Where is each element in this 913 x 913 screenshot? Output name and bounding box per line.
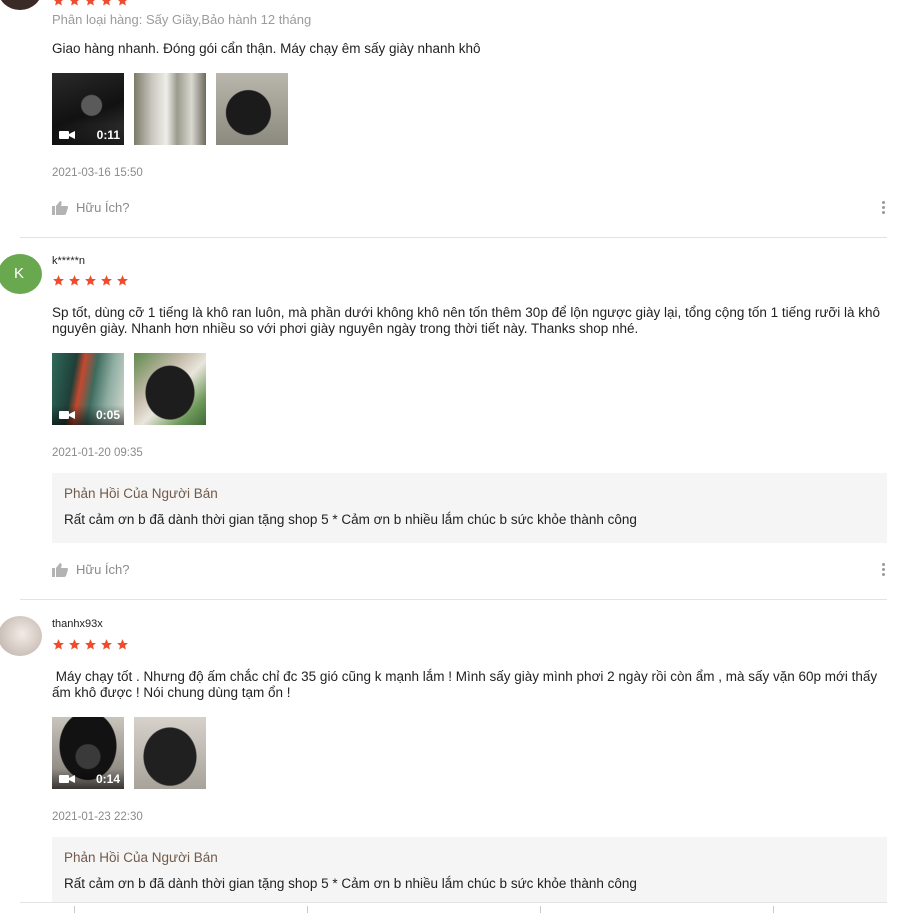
review-media: 0:11 (52, 73, 288, 145)
review-comment: Giao hàng nhanh. Đóng gói cẩn thận. Máy … (52, 41, 481, 56)
reviewer-username[interactable]: k*****n (52, 255, 85, 267)
helpful-button[interactable]: Hữu Ích? (52, 562, 130, 577)
seller-reply-text: Rất cảm ơn b đã dành thời gian tặng shop… (64, 876, 637, 891)
reviewer-avatar[interactable] (0, 616, 42, 656)
column-separator (540, 906, 541, 913)
video-camera-icon (59, 775, 75, 783)
star-icon (84, 274, 97, 287)
video-duration: 0:14 (95, 772, 120, 786)
more-options-icon[interactable] (881, 563, 887, 581)
bottom-divider (20, 902, 887, 903)
seller-reply-title: Phản Hồi Của Người Bán (64, 486, 218, 501)
review-comment: Máy chạy tốt . Nhưng độ ấm chắc chỉ đc 3… (52, 669, 881, 700)
divider (20, 237, 887, 238)
helpful-label: Hữu Ích? (76, 562, 130, 577)
thumbs-up-icon (52, 200, 68, 215)
column-separator (773, 906, 774, 913)
helpful-label: Hữu Ích? (76, 200, 130, 215)
review-media: 0:14 (52, 717, 206, 789)
review-media: 0:05 (52, 353, 206, 425)
star-icon (84, 0, 97, 7)
review-image[interactable] (134, 353, 206, 425)
star-icon (100, 638, 113, 651)
star-icon (84, 638, 97, 651)
reviewer-avatar[interactable] (0, 0, 42, 10)
review-date: 2021-01-23 22:30 (52, 811, 143, 823)
star-icon (116, 0, 129, 7)
rating-stars (52, 0, 129, 8)
video-thumbnail[interactable]: 0:14 (52, 717, 124, 789)
star-icon (52, 0, 65, 7)
column-separator (74, 906, 75, 913)
star-icon (68, 0, 81, 7)
rating-stars (52, 274, 129, 288)
review-image[interactable] (134, 73, 206, 145)
star-icon (52, 638, 65, 651)
seller-reply-text: Rất cảm ơn b đã dành thời gian tặng shop… (64, 512, 637, 527)
video-duration: 0:11 (96, 128, 120, 142)
star-icon (100, 0, 113, 7)
review-image[interactable] (216, 73, 288, 145)
more-options-icon[interactable] (881, 201, 887, 219)
column-separator (307, 906, 308, 913)
reviewer-username[interactable]: thanhx93x (52, 618, 103, 630)
star-icon (68, 274, 81, 287)
star-icon (116, 638, 129, 651)
video-camera-icon (59, 131, 75, 139)
star-icon (52, 274, 65, 287)
reviewer-avatar[interactable]: K (0, 254, 42, 294)
thumbs-up-icon (52, 562, 68, 577)
video-duration: 0:05 (95, 408, 120, 422)
rating-stars (52, 638, 129, 652)
star-icon (116, 274, 129, 287)
product-variant: Phân loại hàng: Sấy Giầy,Bảo hành 12 thá… (52, 12, 312, 27)
seller-reply-title: Phản Hồi Của Người Bán (64, 850, 218, 865)
video-camera-icon (59, 411, 75, 419)
review-comment: Sp tốt, dùng cỡ 1 tiếng là khô ran luôn,… (52, 305, 881, 336)
review-image[interactable] (134, 717, 206, 789)
helpful-button[interactable]: Hữu Ích? (52, 200, 130, 215)
video-thumbnail[interactable]: 0:05 (52, 353, 124, 425)
video-thumbnail[interactable]: 0:11 (52, 73, 124, 145)
star-icon (100, 274, 113, 287)
seller-reply: Phản Hồi Của Người Bán Rất cảm ơn b đã d… (52, 837, 887, 902)
star-icon (68, 638, 81, 651)
review-date: 2021-03-16 15:50 (52, 167, 143, 179)
review-date: 2021-01-20 09:35 (52, 447, 143, 459)
seller-reply: Phản Hồi Của Người Bán Rất cảm ơn b đã d… (52, 473, 887, 543)
divider (20, 599, 887, 600)
